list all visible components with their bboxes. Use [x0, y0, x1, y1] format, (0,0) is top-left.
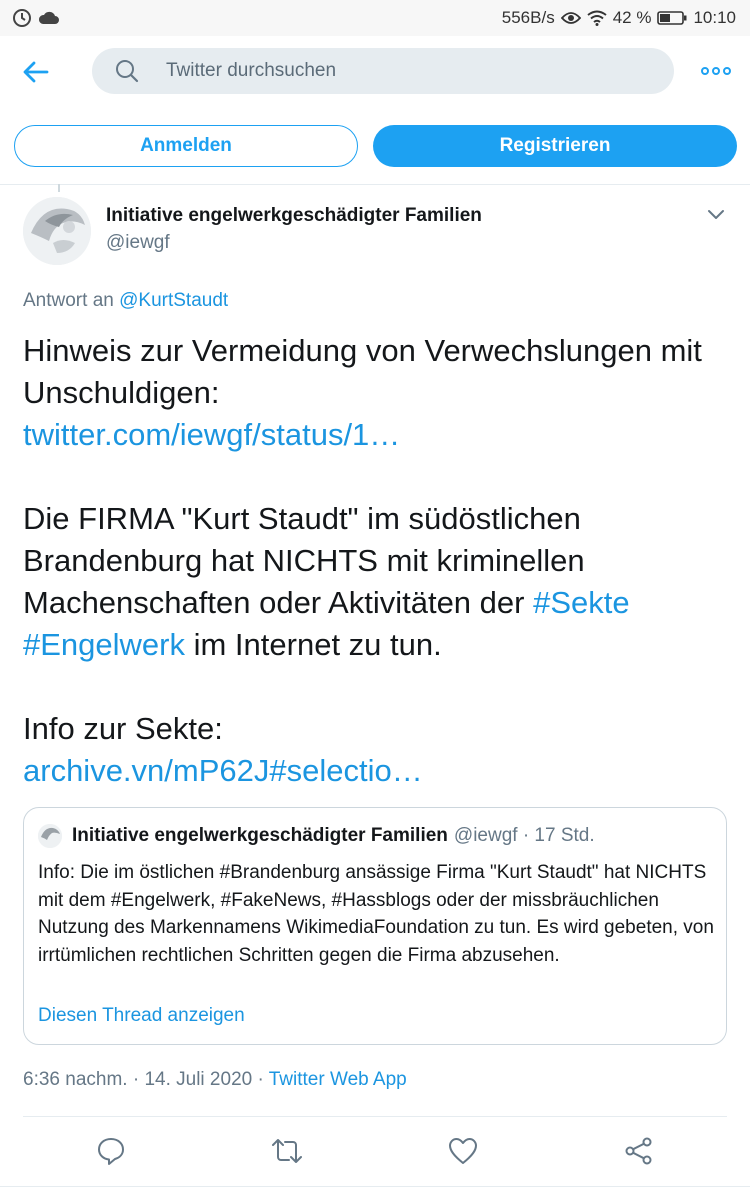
author-handle[interactable]: @iewgf	[106, 232, 170, 254]
battery-icon	[657, 11, 687, 25]
search-icon	[116, 60, 139, 83]
battery-percent: 42 %	[612, 8, 652, 27]
tweet-timestamp[interactable]: 6:36 nachm. · 14. Juli 2020 ·	[23, 1069, 264, 1090]
quoted-author-name: Initiative engelwerkgeschädigter Familie…	[72, 825, 448, 846]
tweet-info-label: Info zur Sekte:	[23, 711, 223, 746]
reply-to-link[interactable]: @KurtStaudt	[119, 290, 228, 311]
tweet-link-archive[interactable]: archive.vn/mP62J#selectio…	[23, 753, 423, 788]
tweet-source-app[interactable]: Twitter Web App	[269, 1069, 407, 1090]
clock-time: 10:10	[693, 8, 736, 27]
tweet-text: Hinweis zur Vermeidung von Verwechslunge…	[23, 330, 723, 792]
tweet-line1: Hinweis zur Vermeidung von Verwechslunge…	[23, 333, 702, 410]
cloud-icon	[38, 11, 59, 24]
hashtag-engelwerk[interactable]: #Engelwerk	[23, 627, 185, 662]
wifi-icon	[587, 10, 607, 26]
network-speed: 556B/s	[501, 8, 555, 27]
chevron-down-icon[interactable]	[705, 203, 727, 225]
tweet-paragraph-2-end: im Internet zu tun.	[193, 627, 442, 662]
clock-app-icon	[13, 9, 31, 27]
eye-icon	[560, 12, 581, 24]
angel-picture-icon	[38, 824, 62, 848]
reply-icon[interactable]	[95, 1135, 127, 1167]
status-bar: 556B/s 42 % 10:10	[0, 0, 750, 36]
tweet-meta: 6:36 nachm. · 14. Juli 2020 · Twitter We…	[23, 1069, 407, 1091]
auth-row: Anmelden Registrieren	[0, 108, 750, 185]
search-input[interactable]	[164, 59, 608, 83]
thread-connector	[58, 184, 60, 192]
quoted-text: Info: Die im östlichen #Brandenburg ansä…	[38, 862, 714, 966]
angel-picture-icon	[23, 197, 91, 265]
like-icon[interactable]	[447, 1135, 479, 1167]
register-button[interactable]: Registrieren	[373, 125, 737, 167]
more-icon[interactable]	[700, 58, 732, 84]
tweet-actions	[0, 1117, 750, 1187]
tweet-link-status[interactable]: twitter.com/iewgf/status/1…	[23, 417, 400, 452]
share-icon[interactable]	[623, 1135, 655, 1167]
status-bar-left	[12, 8, 60, 28]
hashtag-sekte[interactable]: #Sekte	[533, 585, 630, 620]
top-bar	[0, 36, 750, 108]
show-thread-link[interactable]: Diesen Thread anzeigen	[38, 1005, 245, 1027]
quoted-tweet[interactable]: Initiative engelwerkgeschädigter Familie…	[23, 807, 727, 1045]
login-button[interactable]: Anmelden	[14, 125, 358, 167]
quoted-avatar	[38, 824, 62, 848]
status-bar-right: 556B/s 42 % 10:10	[502, 8, 736, 28]
reply-context: Antwort an @KurtStaudt	[23, 290, 228, 312]
bottom-divider	[0, 1186, 750, 1187]
avatar[interactable]	[23, 197, 91, 265]
tweet-paragraph-2: Die FIRMA "Kurt Staudt" im südöstlichen …	[23, 498, 723, 666]
search-box[interactable]	[92, 48, 674, 94]
back-arrow-icon[interactable]	[20, 56, 52, 88]
tweet-paragraph-2-text: Die FIRMA "Kurt Staudt" im südöstlichen …	[23, 501, 585, 620]
reply-prefix: Antwort an	[23, 290, 114, 311]
quoted-meta: @iewgf · 17 Std.	[453, 825, 595, 846]
author-name[interactable]: Initiative engelwerkgeschädigter Familie…	[106, 205, 482, 227]
retweet-icon[interactable]	[271, 1135, 303, 1167]
quoted-tweet-header: Initiative engelwerkgeschädigter Familie…	[38, 824, 595, 848]
